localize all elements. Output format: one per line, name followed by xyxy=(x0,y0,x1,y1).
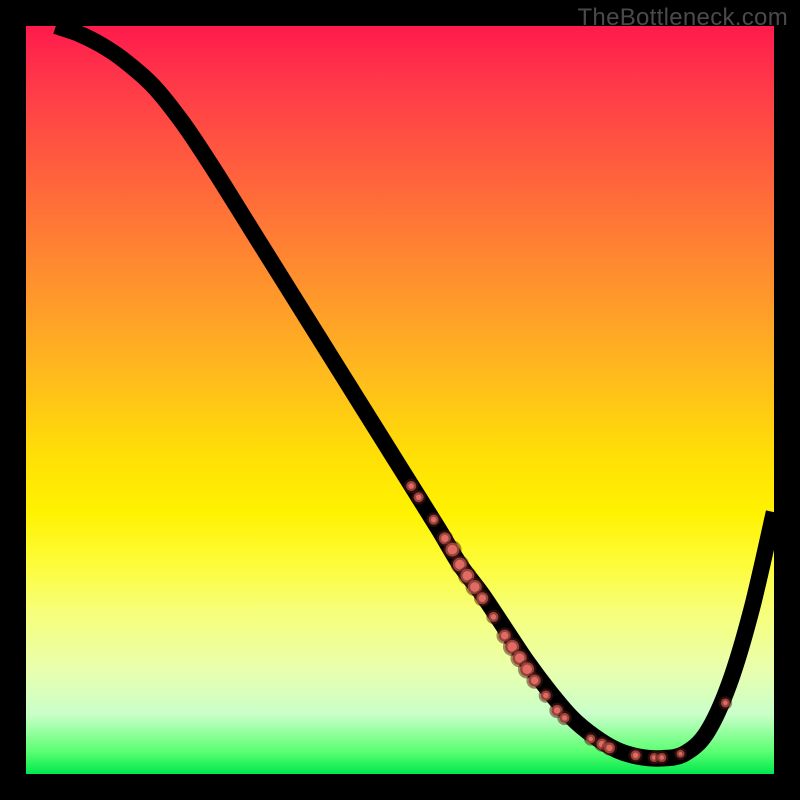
scatter-point xyxy=(529,675,541,687)
plot-svg xyxy=(26,26,774,774)
scatter-point xyxy=(406,481,416,491)
scatter-point xyxy=(560,713,570,723)
scatter-point xyxy=(414,492,424,502)
scatter-point xyxy=(657,753,666,762)
scatter-point xyxy=(489,612,499,622)
chart-frame: TheBottleneck.com xyxy=(0,0,800,800)
scatter-points xyxy=(406,481,730,762)
plot-area xyxy=(26,26,774,774)
scatter-point xyxy=(631,750,641,760)
scatter-point xyxy=(476,592,488,604)
bottleneck-curve xyxy=(56,26,774,758)
scatter-point xyxy=(586,734,595,743)
watermark-text: TheBottleneck.com xyxy=(577,4,788,32)
scatter-point xyxy=(429,515,439,525)
scatter-point xyxy=(677,750,685,758)
scatter-point xyxy=(541,690,551,700)
scatter-point xyxy=(445,543,459,557)
scatter-point xyxy=(604,742,615,753)
scatter-point xyxy=(721,698,730,707)
